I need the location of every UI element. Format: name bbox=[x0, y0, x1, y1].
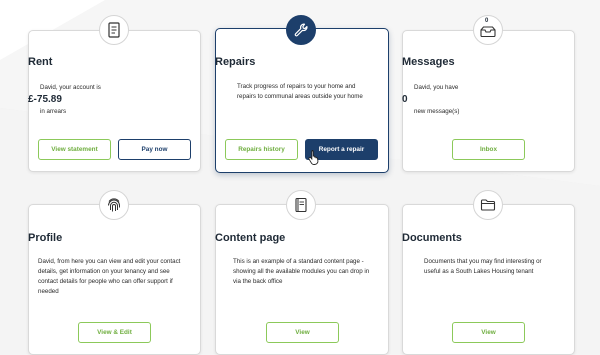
fingerprint-icon bbox=[108, 198, 120, 212]
rent-line1: David, your account is bbox=[40, 84, 101, 91]
messages-badge: 0 bbox=[485, 18, 489, 24]
documents-view-button[interactable]: View bbox=[452, 322, 525, 343]
documents-title: Documents bbox=[402, 232, 462, 244]
rent-amount: £-75.89 bbox=[28, 94, 62, 105]
rent-icon-circle bbox=[99, 15, 129, 45]
rent-line2: in arrears bbox=[40, 108, 67, 115]
profile-title: Profile bbox=[28, 232, 63, 244]
content-page-text: This is an example of a standard content… bbox=[233, 258, 370, 285]
profile-icon-circle bbox=[99, 190, 129, 220]
hand-cursor-icon bbox=[308, 150, 319, 165]
pay-now-button[interactable]: Pay now bbox=[118, 139, 191, 160]
inbox-button[interactable]: Inbox bbox=[452, 139, 525, 160]
messages-line2: new message(s) bbox=[414, 108, 460, 115]
documents-icon-circle bbox=[473, 190, 503, 220]
content-icon-circle bbox=[286, 190, 316, 220]
view-edit-button[interactable]: View & Edit bbox=[78, 322, 151, 343]
messages-title: Messages bbox=[402, 56, 455, 68]
repairs-history-button[interactable]: Repairs history bbox=[225, 139, 298, 160]
book-icon bbox=[295, 197, 307, 213]
document-icon bbox=[108, 22, 120, 38]
documents-text: Documents that you may find interesting … bbox=[424, 258, 542, 275]
repairs-icon-circle bbox=[286, 15, 316, 45]
messages-line1: David, you have bbox=[414, 84, 459, 91]
view-statement-button[interactable]: View statement bbox=[38, 139, 111, 160]
messages-count: 0 bbox=[402, 94, 408, 105]
content-view-button[interactable]: View bbox=[266, 322, 339, 343]
wrench-icon bbox=[294, 23, 308, 37]
repairs-title: Repairs bbox=[215, 56, 256, 68]
folder-icon bbox=[480, 199, 496, 211]
repairs-text: Track progress of repairs to your home a… bbox=[237, 83, 363, 100]
rent-title: Rent bbox=[28, 56, 53, 68]
content-page-title: Content page bbox=[215, 232, 286, 244]
profile-text: David, from here you can view and edit y… bbox=[38, 258, 181, 295]
